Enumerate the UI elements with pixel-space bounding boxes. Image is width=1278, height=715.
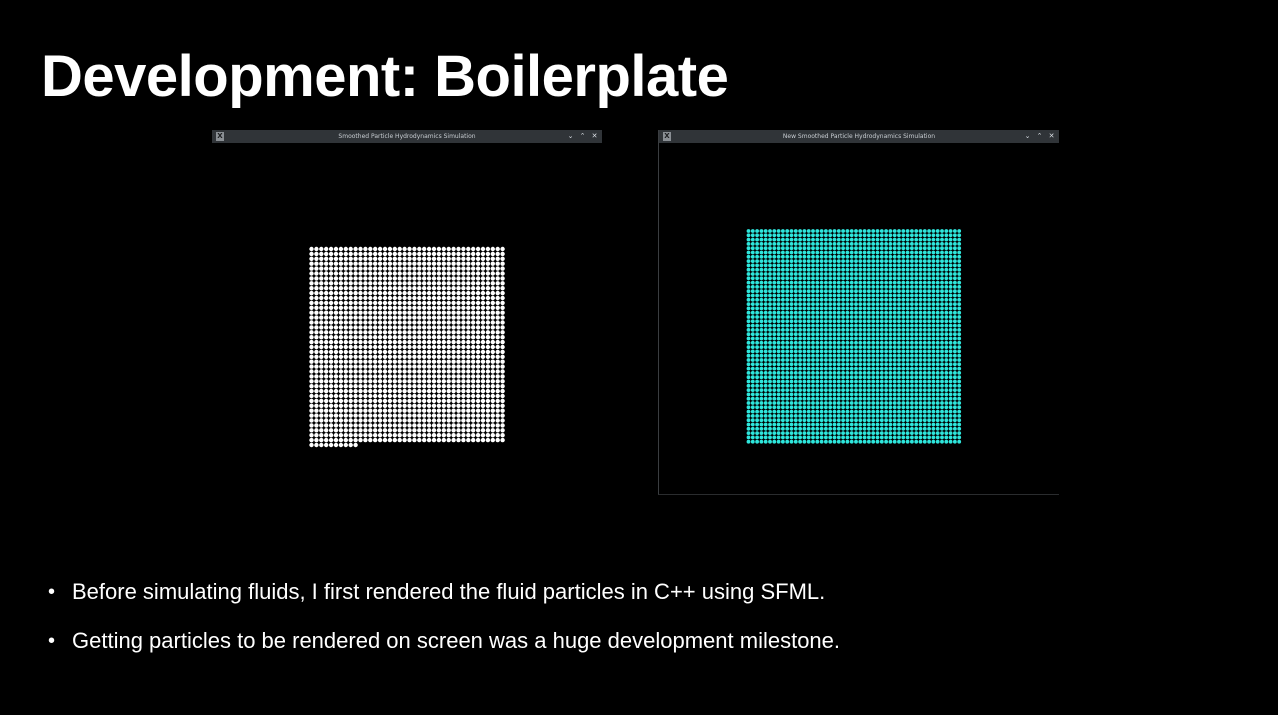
maximize-icon[interactable]: ⌃ [1036, 130, 1043, 143]
maximize-icon[interactable]: ⌃ [579, 130, 586, 143]
window-controls: ⌄ ⌃ ✕ [567, 130, 598, 143]
close-icon[interactable]: ✕ [591, 130, 598, 143]
simulation-canvas [659, 143, 1059, 494]
window-titlebar[interactable]: X Smoothed Particle Hydrodynamics Simula… [212, 130, 602, 143]
bullet-icon: • [48, 630, 56, 652]
simulation-canvas [212, 143, 602, 470]
sim-window-right: X New Smoothed Particle Hydrodynamics Si… [658, 130, 1059, 495]
minimize-icon[interactable]: ⌄ [567, 130, 574, 143]
bullet-text: Before simulating fluids, I first render… [72, 579, 826, 604]
particle-grid-cyan [746, 229, 962, 444]
close-icon[interactable]: ✕ [1048, 130, 1055, 143]
window-controls: ⌄ ⌃ ✕ [1024, 130, 1055, 143]
bullet-item: • Getting particles to be rendered on sc… [48, 624, 840, 658]
window-title: New Smoothed Particle Hydrodynamics Simu… [782, 133, 936, 140]
slide-title: Development: Boilerplate [41, 44, 729, 109]
bullet-item: • Before simulating fluids, I first rend… [48, 575, 840, 609]
window-titlebar[interactable]: X New Smoothed Particle Hydrodynamics Si… [659, 130, 1059, 143]
particles [746, 229, 962, 444]
particles [309, 246, 505, 448]
bullet-text: Getting particles to be rendered on scre… [72, 628, 841, 653]
minimize-icon[interactable]: ⌄ [1024, 130, 1031, 143]
window-title: Smoothed Particle Hydrodynamics Simulati… [338, 133, 476, 140]
bullet-icon: • [48, 581, 56, 603]
bullet-list: • Before simulating fluids, I first rend… [48, 575, 840, 673]
sim-window-left: X Smoothed Particle Hydrodynamics Simula… [212, 130, 602, 470]
particle-grid-white [309, 246, 505, 448]
